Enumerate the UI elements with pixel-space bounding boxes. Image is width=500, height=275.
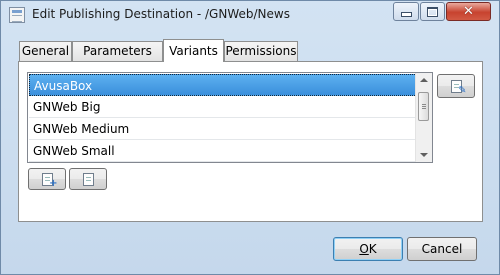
thumb-grip-line bbox=[422, 104, 426, 105]
tab-variants[interactable]: Variants bbox=[163, 39, 224, 62]
minimize-button[interactable] bbox=[393, 2, 419, 21]
vertical-scrollbar[interactable] bbox=[415, 73, 432, 162]
list-item-avusabox[interactable]: AvusaBox bbox=[29, 74, 417, 96]
add-variant-button[interactable]: + bbox=[28, 168, 66, 190]
thumb-grip-line bbox=[422, 106, 426, 107]
scroll-up-arrow-icon[interactable] bbox=[420, 78, 428, 82]
variants-list[interactable]: AvusaBox GNWeb Big GNWeb Medium GNWeb Sm… bbox=[27, 72, 433, 163]
title-bar[interactable]: Edit Publishing Destination - /GNWeb/New… bbox=[1, 1, 499, 29]
list-item-gnweb-medium[interactable]: GNWeb Medium bbox=[29, 118, 417, 140]
list-item-gnweb-small[interactable]: GNWeb Small bbox=[29, 140, 417, 162]
close-button[interactable]: ✕ bbox=[446, 2, 491, 21]
remove-variant-icon bbox=[82, 172, 94, 186]
add-variant-icon: + bbox=[41, 172, 58, 188]
scroll-thumb[interactable] bbox=[418, 92, 429, 121]
tab-permissions[interactable]: Permissions bbox=[224, 41, 298, 61]
thumb-grip-line bbox=[422, 108, 426, 109]
cancel-button[interactable]: Cancel bbox=[407, 237, 477, 261]
ok-label-rest: K bbox=[368, 242, 377, 256]
maximize-icon bbox=[427, 6, 438, 17]
tab-general[interactable]: General bbox=[19, 41, 72, 61]
window-app-icon[interactable] bbox=[9, 7, 25, 23]
list-item-gnweb-big[interactable]: GNWeb Big bbox=[29, 96, 417, 118]
edit-variant-icon: ✎ bbox=[450, 79, 467, 95]
dialog-window: Edit Publishing Destination - /GNWeb/New… bbox=[0, 0, 500, 275]
edit-variant-button[interactable]: ✎ bbox=[437, 74, 475, 98]
close-icon: ✕ bbox=[463, 4, 474, 19]
tab-parameters[interactable]: Parameters bbox=[72, 41, 163, 61]
window-title: Edit Publishing Destination - /GNWeb/New… bbox=[32, 7, 290, 21]
ok-mnemonic: O bbox=[359, 242, 369, 256]
minimize-icon bbox=[400, 12, 412, 17]
maximize-button[interactable] bbox=[420, 2, 445, 21]
remove-variant-button[interactable] bbox=[69, 168, 107, 190]
scroll-down-arrow-icon[interactable] bbox=[420, 153, 428, 157]
ok-button[interactable]: OK bbox=[333, 237, 403, 261]
